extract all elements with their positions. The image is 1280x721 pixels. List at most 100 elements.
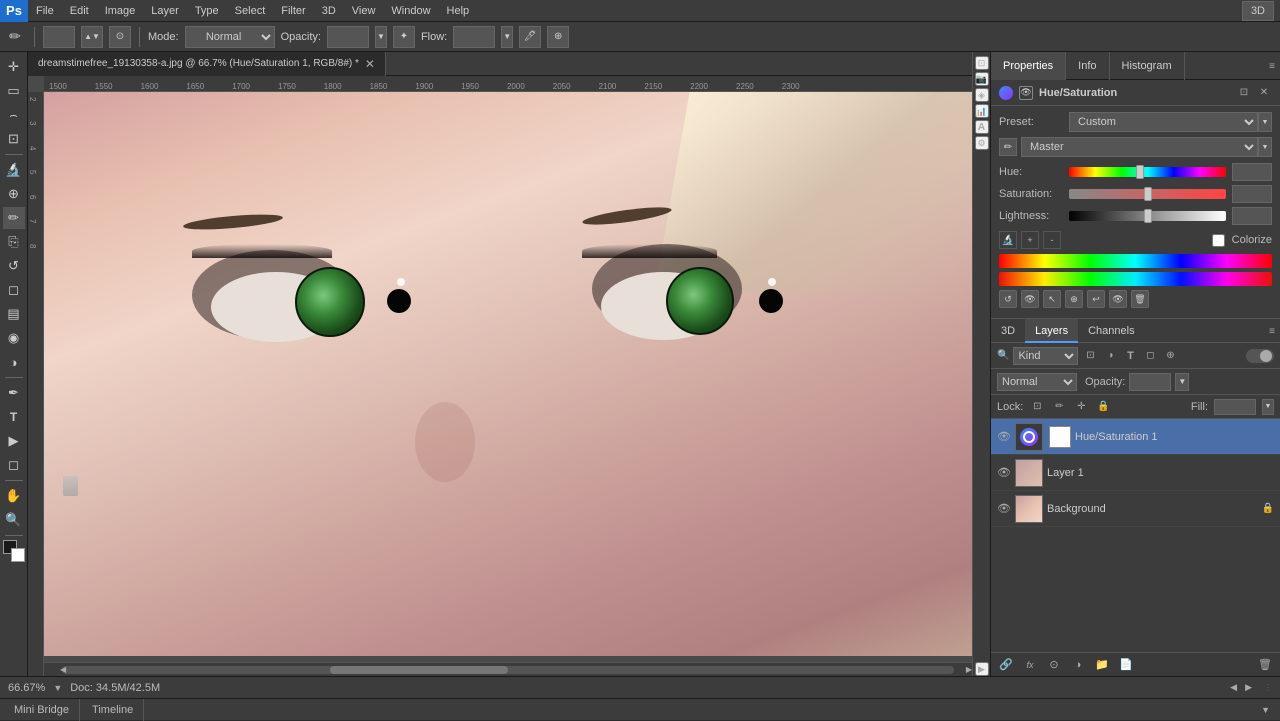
menu-image[interactable]: Image	[97, 0, 144, 22]
menu-select[interactable]: Select	[227, 0, 274, 22]
brush-preset-icon[interactable]: ⊙	[109, 26, 131, 48]
saturation-value-input[interactable]: 0	[1232, 185, 1272, 203]
opacity-input[interactable]: 100%	[327, 26, 369, 48]
opacity-dropdown-btn[interactable]: ▼	[1175, 373, 1189, 391]
link-layers-btn[interactable]: 🔗	[997, 656, 1015, 674]
lock-position-btn[interactable]: ✛	[1073, 399, 1089, 415]
timeline-next-btn[interactable]: ▶	[1245, 682, 1252, 693]
layers-tab-3d[interactable]: 3D	[991, 319, 1025, 343]
bottom-panel-close[interactable]: ▼	[1255, 705, 1276, 715]
reset-layer-icon[interactable]: ↺	[999, 290, 1017, 308]
new-layer-btn[interactable]: 📄	[1117, 656, 1135, 674]
opacity-dropdown[interactable]: ▼	[375, 26, 387, 48]
props-close-btn[interactable]: ✕	[1256, 85, 1272, 101]
workspace-selector[interactable]: 3D	[1242, 1, 1274, 21]
menu-file[interactable]: File	[28, 0, 62, 22]
lasso-tool[interactable]: ⌢	[3, 104, 25, 126]
visibility-toggle[interactable]: 👁	[1019, 86, 1033, 100]
lock-all-btn[interactable]: 🔒	[1095, 399, 1111, 415]
layer-visibility-eye[interactable]: 👁	[997, 430, 1011, 444]
layer-visibility-eye[interactable]: 👁	[997, 502, 1011, 516]
menu-edit[interactable]: Edit	[62, 0, 97, 22]
lock-paint-btn[interactable]: ✏	[1051, 399, 1067, 415]
tab-mini-bridge[interactable]: Mini Bridge	[4, 699, 80, 721]
rmt-chart-icon[interactable]: 📊	[975, 104, 989, 118]
menu-help[interactable]: Help	[439, 0, 478, 22]
fill-dropdown-btn[interactable]: ▼	[1262, 399, 1274, 415]
tab-timeline[interactable]: Timeline	[82, 699, 144, 721]
status-zoom-icon[interactable]: ▼	[53, 683, 62, 693]
flow-dropdown[interactable]: ▼	[501, 26, 513, 48]
shape-filter-icon[interactable]: ◻	[1142, 348, 1158, 364]
brush-size-stepper[interactable]: ▲▼	[81, 26, 103, 48]
dodge-tool[interactable]: ◑	[3, 351, 25, 373]
eraser-tool[interactable]: ◻	[3, 279, 25, 301]
flow-input[interactable]: 100%	[453, 26, 495, 48]
select-tool[interactable]: ▭	[3, 80, 25, 102]
canvas-image[interactable]	[44, 92, 972, 656]
layer-item-layer1[interactable]: 👁 Layer 1	[991, 455, 1280, 491]
view-icon[interactable]: 👁	[1109, 290, 1127, 308]
blend-mode-select[interactable]: Normal	[997, 373, 1077, 391]
type-tool[interactable]: T	[3, 406, 25, 428]
tab-info[interactable]: Info	[1066, 52, 1109, 80]
colorize-checkbox[interactable]	[1212, 234, 1225, 247]
saturation-slider-thumb[interactable]	[1144, 187, 1152, 201]
tab-properties[interactable]: Properties	[991, 52, 1066, 80]
rmt-camera-icon[interactable]: 📷	[975, 72, 989, 86]
lock-icon[interactable]: ↩	[1087, 290, 1105, 308]
hue-slider-thumb[interactable]	[1136, 165, 1144, 179]
smart-filter-icon[interactable]: ⊕	[1162, 348, 1178, 364]
brush-tool-icon[interactable]: ✏	[4, 26, 26, 48]
del-adjust-icon[interactable]: ↖	[1043, 290, 1061, 308]
pen-tool[interactable]: ✒	[3, 382, 25, 404]
layers-options-btn[interactable]: ≡	[1264, 319, 1280, 343]
foreground-bg-colors[interactable]	[3, 540, 25, 562]
lightness-value-input[interactable]: 0	[1232, 207, 1272, 225]
layers-filter-select[interactable]: Kind	[1013, 347, 1078, 365]
rmt-play-icon[interactable]: ▶	[975, 662, 989, 676]
hand-tool[interactable]: ✋	[3, 485, 25, 507]
pixel-filter-icon[interactable]: ⊡	[1082, 348, 1098, 364]
sample-icon[interactable]: ⊕	[547, 26, 569, 48]
new-group-btn[interactable]: 📁	[1093, 656, 1111, 674]
menu-layer[interactable]: Layer	[143, 0, 187, 22]
rmt-settings-icon[interactable]: ⚙	[975, 136, 989, 150]
path-select-tool[interactable]: ▶	[3, 430, 25, 452]
menu-view[interactable]: View	[344, 0, 384, 22]
move-tool[interactable]: ✛	[3, 56, 25, 78]
layers-tab-layers[interactable]: Layers	[1025, 319, 1078, 343]
lightness-slider-thumb[interactable]	[1144, 209, 1152, 223]
filter-toggle[interactable]	[1246, 349, 1274, 363]
history-eye-icon[interactable]: 👁	[1021, 290, 1039, 308]
hue-value-input[interactable]: -23	[1232, 163, 1272, 181]
fill-value[interactable]: 100%	[1214, 399, 1256, 415]
crop-tool[interactable]: ⊡	[3, 128, 25, 150]
fx-btn[interactable]: fx	[1021, 656, 1039, 674]
clip-to-layer-btn[interactable]: ⊡	[1236, 85, 1252, 101]
eyedropper-tool[interactable]: 🔬	[3, 159, 25, 181]
adjust-filter-icon[interactable]: ◑	[1102, 348, 1118, 364]
resize-grip[interactable]: ⋮	[1264, 683, 1272, 692]
add-mask-btn[interactable]: ⊙	[1045, 656, 1063, 674]
layers-tab-channels[interactable]: Channels	[1078, 319, 1144, 343]
canvas-container[interactable]: 1500 1550 1600 1650 1700 1750 1800 1850 …	[28, 76, 972, 676]
delete-layer-btn[interactable]: 🗑	[1256, 656, 1274, 674]
panel-options-btn[interactable]: ≡	[1264, 52, 1280, 80]
menu-filter[interactable]: Filter	[273, 0, 313, 22]
shape-tool[interactable]: ◻	[3, 454, 25, 476]
channel-edit-icon[interactable]: ✏	[999, 138, 1017, 156]
blur-tool[interactable]: ◉	[3, 327, 25, 349]
preset-select[interactable]: Custom	[1069, 112, 1258, 132]
history-brush-tool[interactable]: ↺	[3, 255, 25, 277]
channel-dropdown-btn[interactable]: ▼	[1258, 137, 1272, 157]
rmt-adjustment-icon[interactable]: ⊡	[975, 56, 989, 70]
menu-window[interactable]: Window	[383, 0, 438, 22]
preset-dropdown-btn[interactable]: ▼	[1258, 112, 1272, 132]
rmt-3d-icon[interactable]: ◈	[975, 88, 989, 102]
channel-select[interactable]: Master	[1021, 137, 1258, 157]
new-fill-btn[interactable]: ◑	[1069, 656, 1087, 674]
timeline-prev-btn[interactable]: ◀	[1230, 682, 1237, 693]
document-tab[interactable]: dreamstimefree_19130358-a.jpg @ 66.7% (H…	[28, 52, 386, 76]
remove-sample-btn[interactable]: -	[1043, 231, 1061, 249]
